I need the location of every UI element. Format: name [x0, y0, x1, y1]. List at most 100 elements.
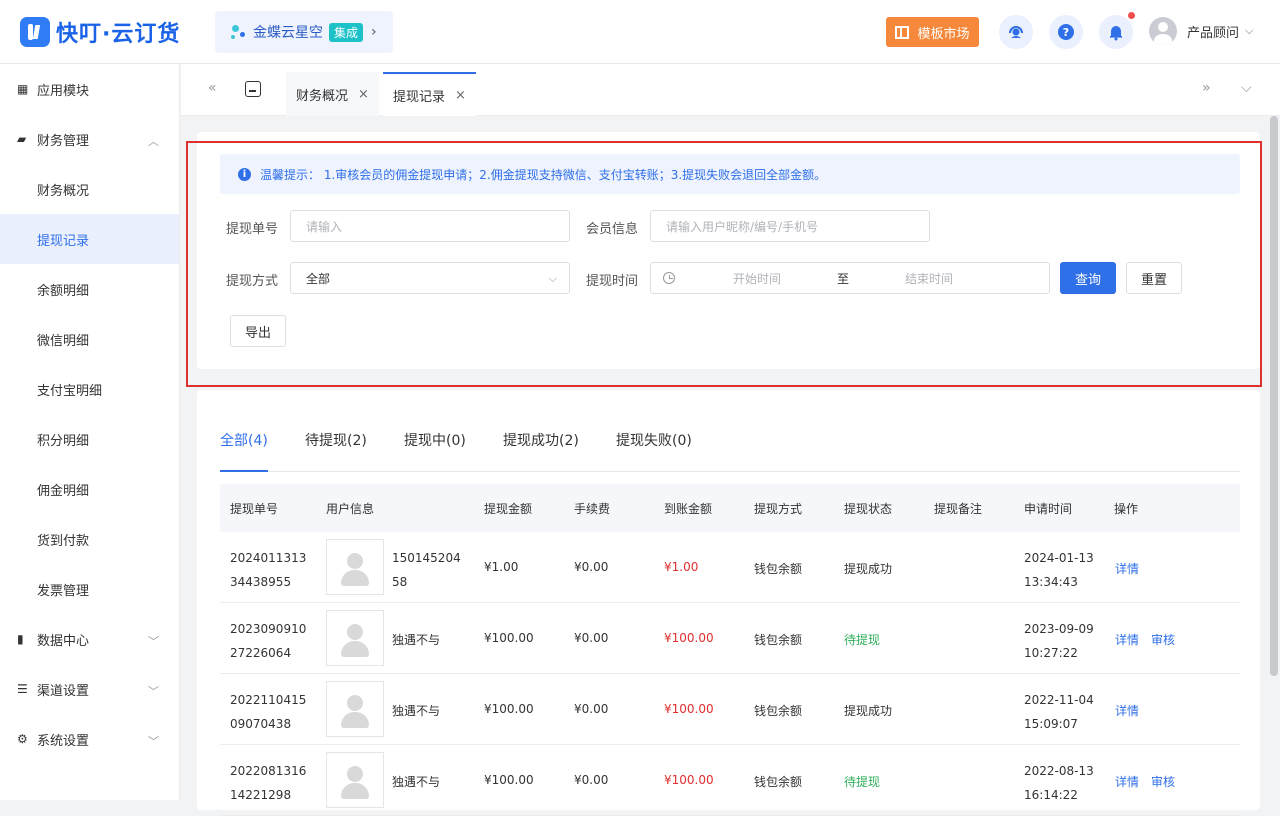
user-info-cell: 独遇不与 — [392, 704, 441, 718]
order-no-input[interactable]: 请输入 — [290, 210, 570, 242]
sidebar-item-balance-detail[interactable]: 余额明细 — [0, 264, 179, 314]
table-row: 202208131614221298 独遇不与 ¥100.00 ¥0.00 ¥100.0… — [220, 745, 1240, 816]
user-avatar-placeholder — [326, 539, 384, 595]
sidebar-item-system-settings[interactable]: ⚙ 系统设置 ﹀ — [0, 714, 179, 764]
order-no-cell: 202401131334438955 — [230, 551, 307, 589]
detail-link[interactable]: 详情 — [1115, 631, 1139, 648]
end-time-input[interactable]: 结束时间 — [905, 270, 953, 287]
status-tab-success[interactable]: 提现成功(2) — [503, 426, 579, 472]
status-cell: 提现成功 — [844, 704, 893, 718]
detail-link[interactable]: 详情 — [1115, 773, 1139, 790]
fee-cell: ¥0.00 — [574, 773, 609, 787]
logo-text: 快叮·云订货 — [56, 22, 181, 47]
received-amount-cell: ¥1.00 — [664, 560, 699, 574]
sidebar: ▦ 应用模块 ▰ 财务管理 ︿ 财务概况 提现记录 余额明细 微信明细 支付宝明… — [0, 64, 180, 800]
column-header: 操作 — [1114, 502, 1139, 516]
sidebar-item-commission-detail[interactable]: 佣金明细 — [0, 464, 179, 514]
app-logo[interactable]: 快叮·云订货 — [20, 17, 180, 47]
clock-icon — [663, 272, 675, 284]
template-market-button[interactable]: 模板市场 — [886, 17, 979, 47]
sidebar-item-alipay-detail[interactable]: 支付宝明细 — [0, 364, 179, 414]
sidebar-item-label: 货到付款 — [37, 533, 90, 549]
tabs-scroll-left-icon[interactable]: « — [208, 80, 217, 96]
records-card: 全部(4) 待提现(2) 提现中(0) 提现成功(2) 提现失败(0) 提现单号… — [197, 390, 1260, 816]
tip-banner: i 温馨提示： 1.审核会员的佣金提现申请；2.佣金提现支持微信、支付宝转账；3… — [220, 154, 1240, 194]
reset-button[interactable]: 重置 — [1126, 262, 1182, 294]
close-icon[interactable]: × — [358, 87, 369, 102]
member-info-input[interactable]: 请输入用户昵称/编号/手机号 — [650, 210, 930, 242]
sidebar-item-label: 支付宝明细 — [37, 383, 103, 399]
detail-link[interactable]: 详情 — [1115, 702, 1139, 719]
method-label: 提现方式 — [226, 274, 279, 289]
method-select[interactable]: 全部 ⌵ — [290, 262, 570, 294]
tab-finance-overview[interactable]: 财务概况 × — [286, 72, 379, 116]
chevron-up-icon: ︿ — [148, 135, 159, 148]
tabs-menu-chevron-down-icon[interactable]: ⌵ — [1241, 80, 1252, 96]
notification-dot — [1128, 12, 1135, 19]
detail-link[interactable]: 详情 — [1115, 560, 1139, 577]
sidebar-item-label: 财务概况 — [37, 183, 90, 199]
tab-label: 提现记录 — [393, 89, 446, 105]
method-cell: 钱包余额 — [754, 562, 803, 576]
template-market-label: 模板市场 — [917, 26, 970, 42]
sidebar-item-invoice[interactable]: 发票管理 — [0, 564, 179, 614]
sidebar-item-finance-overview[interactable]: 财务概况 — [0, 164, 179, 214]
notification-button[interactable] — [1099, 12, 1135, 49]
list-icon: ☰ — [17, 682, 28, 696]
status-tab-pending[interactable]: 待提现(2) — [305, 426, 367, 472]
chevron-right-icon: › — [371, 24, 377, 40]
sidebar-item-label: 数据中心 — [37, 633, 90, 649]
apply-time-cell: 2022-11-04 15:09:07 — [1024, 693, 1094, 731]
export-button[interactable]: 导出 — [230, 315, 286, 347]
time-label: 提现时间 — [586, 274, 639, 289]
received-amount-cell: ¥100.00 — [664, 773, 714, 787]
tab-withdraw-records[interactable]: 提现记录 × — [383, 72, 476, 116]
page-scrollbar[interactable] — [1270, 116, 1278, 676]
top-header: 快叮·云订货 金蝶云星空 集成 › 模板市场 ? 产品顾问 ⌵ — [0, 0, 1280, 64]
sidebar-item-points-detail[interactable]: 积分明细 — [0, 414, 179, 464]
tabs-scroll-right-icon[interactable]: » — [1202, 80, 1211, 96]
amount-cell: ¥100.00 — [484, 702, 534, 716]
status-cell: 待提现 — [844, 633, 881, 647]
status-cell: 待提现 — [844, 775, 881, 789]
close-icon[interactable]: × — [455, 88, 466, 103]
table-row: 202401131334438955 15014520458 ¥1.00 ¥0.00 ¥… — [220, 532, 1240, 603]
column-header: 提现状态 — [844, 502, 893, 516]
sidebar-item-wechat-detail[interactable]: 微信明细 — [0, 314, 179, 364]
help-button[interactable]: ? — [1049, 15, 1083, 49]
user-menu[interactable]: 产品顾问 ⌵ — [1149, 17, 1253, 45]
status-tab-failed[interactable]: 提现失败(0) — [616, 426, 692, 472]
method-cell: 钱包余额 — [754, 775, 803, 789]
status-tabs: 全部(4) 待提现(2) 提现中(0) 提现成功(2) 提现失败(0) — [220, 426, 1240, 472]
customer-service-button[interactable] — [999, 15, 1033, 49]
sidebar-item-finance[interactable]: ▰ 财务管理 ︿ — [0, 114, 179, 164]
page-tabs-bar: « 财务概况 × 提现记录 × » ⌵ — [181, 64, 1280, 116]
sidebar-item-withdraw-records[interactable]: 提现记录 — [0, 214, 179, 264]
sidebar-item-data-center[interactable]: ▮ 数据中心 ﹀ — [0, 614, 179, 664]
status-tab-processing[interactable]: 提现中(0) — [404, 426, 466, 472]
user-avatar-placeholder — [326, 610, 384, 666]
sidebar-item-app-modules[interactable]: ▦ 应用模块 — [0, 64, 179, 114]
method-cell: 钱包余额 — [754, 633, 803, 647]
sidebar-item-channel-settings[interactable]: ☰ 渠道设置 ﹀ — [0, 664, 179, 714]
logo-icon — [20, 17, 50, 47]
status-tab-all[interactable]: 全部(4) — [220, 426, 268, 472]
integration-switcher[interactable]: 金蝶云星空 集成 › — [215, 11, 393, 53]
home-icon[interactable] — [245, 81, 261, 97]
sidebar-item-cod[interactable]: 货到付款 — [0, 514, 179, 564]
filter-card: i 温馨提示： 1.审核会员的佣金提现申请；2.佣金提现支持微信、支付宝转账；3… — [197, 132, 1260, 369]
column-header: 申请时间 — [1024, 502, 1073, 516]
table-row: 202309091027226064 独遇不与 ¥100.00 ¥0.00 ¥100.0… — [220, 603, 1240, 674]
review-link[interactable]: 审核 — [1151, 773, 1175, 790]
sidebar-item-label: 微信明细 — [37, 333, 90, 349]
review-link[interactable]: 审核 — [1151, 631, 1175, 648]
amount-cell: ¥100.00 — [484, 773, 534, 787]
amount-cell: ¥1.00 — [484, 560, 519, 574]
time-range-picker[interactable]: 开始时间 至 结束时间 — [650, 262, 1050, 294]
user-info-cell: 独遇不与 — [392, 775, 441, 789]
order-no-cell: 202309091027226064 — [230, 622, 307, 660]
start-time-input[interactable]: 开始时间 — [733, 270, 781, 287]
headset-icon — [1009, 26, 1023, 38]
query-button[interactable]: 查询 — [1060, 262, 1116, 294]
member-info-label: 会员信息 — [586, 222, 639, 237]
